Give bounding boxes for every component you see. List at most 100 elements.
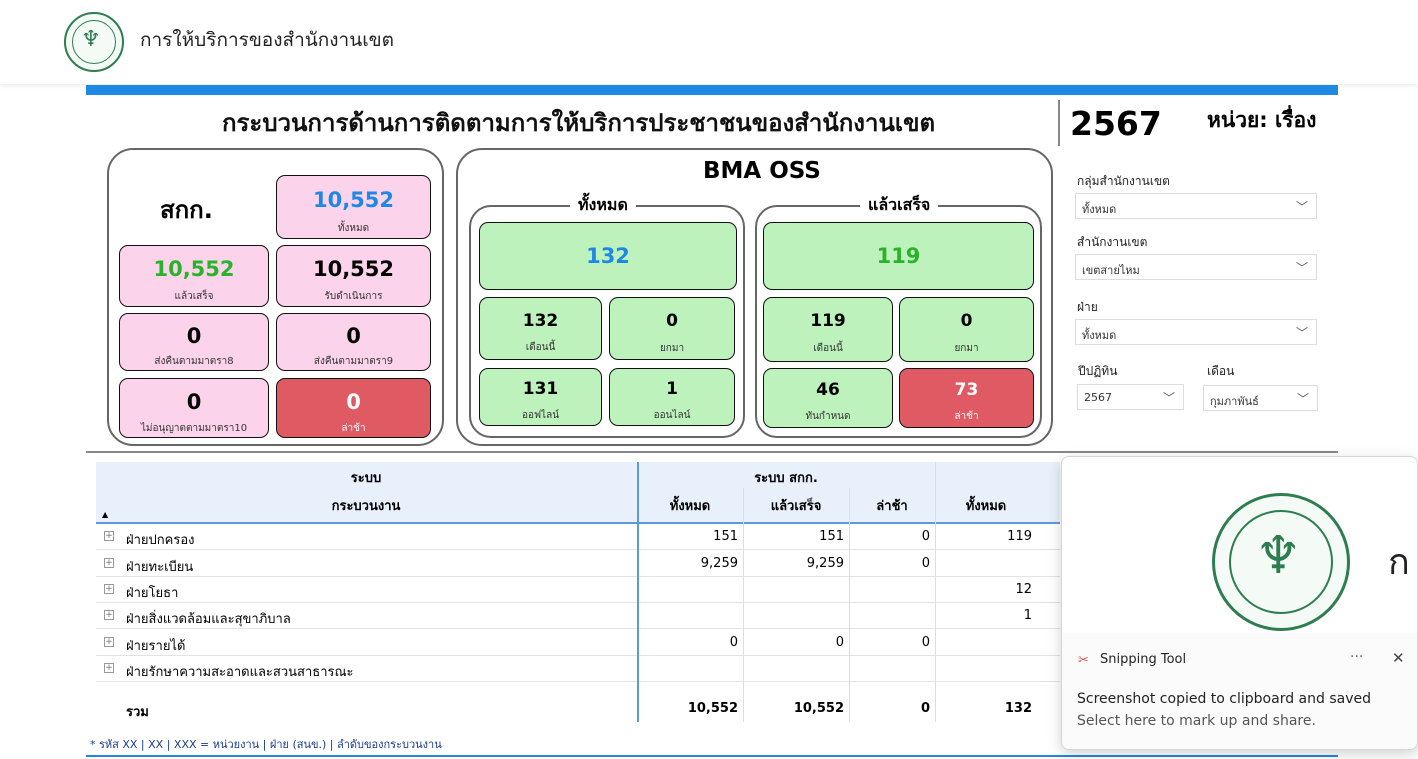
oss-done-total-value: 119	[876, 244, 921, 268]
table-total-row: รวม 10,552 10,552 0 132	[96, 696, 1060, 722]
month-dropdown-value: กุมภาพันธ์	[1210, 395, 1259, 408]
row-name: ฝ่ายทะเบียน	[126, 560, 194, 575]
report-title: กระบวนการด้านการติดตามการให้บริการประชาช…	[222, 109, 936, 137]
skk-late-card[interactable]: 0 ล่าช้า	[276, 378, 431, 438]
report-accent-bar	[86, 85, 1338, 95]
row-late: 0	[921, 529, 930, 544]
month-slicer-label: เดือน	[1207, 364, 1235, 378]
row-name: ฝ่ายสิ่งแวดล้อมและสุขาภิบาล	[126, 612, 291, 627]
skk-ret8-value: 0	[186, 324, 202, 348]
oss-all-carried-value: 0	[666, 311, 678, 331]
oss-done-late-card[interactable]: 73 ล่าช้า	[899, 368, 1034, 428]
oss-all-title: ทั้งหมด	[570, 193, 636, 218]
row-name: ฝ่ายรายได้	[126, 639, 186, 654]
skk-inprogress-label: รับดำเนินการ	[324, 291, 383, 302]
chevron-down-icon: ﹀	[1162, 391, 1175, 405]
table-row[interactable]: + ฝ่ายสิ่งแวดล้อมและสุขาภิบาล 1	[96, 603, 1060, 629]
skk-deny10-card[interactable]: 0 ไม่อนุญาตตามมาตรา10	[119, 378, 269, 438]
district-dropdown[interactable]: เขตสายไหม ﹀	[1075, 254, 1317, 280]
group-dropdown[interactable]: ทั้งหมด ﹀	[1075, 193, 1317, 219]
oss-all-month-label: เดือนนี้	[525, 342, 556, 353]
more-options-icon[interactable]: ···	[1350, 649, 1363, 665]
month-dropdown[interactable]: กุมภาพันธ์ ﹀	[1203, 385, 1318, 411]
group-slicer-label: กลุ่มสำนักงานเขต	[1077, 174, 1170, 188]
row-total: 9,259	[700, 556, 738, 571]
expand-icon[interactable]: +	[104, 531, 114, 541]
header-col-total[interactable]: ทั้งหมด	[637, 495, 743, 516]
column-divider	[637, 462, 639, 722]
oss-done-late-label: ล่าช้า	[954, 411, 979, 422]
oss-all-offline-card[interactable]: 131 ออฟไลน์	[479, 368, 602, 426]
oss-done-month-card[interactable]: 119 เดือนนี้	[763, 297, 893, 362]
row-total: 151	[713, 529, 738, 544]
toast-subtext: Select here to mark up and share.	[1077, 713, 1316, 729]
expand-icon[interactable]: +	[104, 637, 114, 647]
total-late: 0	[920, 701, 930, 716]
row-oss-total: 12	[1015, 582, 1032, 597]
oss-all-offline-label: ออฟไลน์	[521, 410, 560, 421]
table-row[interactable]: + ฝ่ายรักษาความสะอาดและสวนสาธารณะ	[96, 656, 1060, 682]
close-icon[interactable]: ✕	[1392, 649, 1405, 667]
division-dropdown-value: ทั้งหมด	[1082, 329, 1117, 342]
oss-done-ontime-label: ทันกำหนด	[805, 411, 851, 422]
expand-icon[interactable]: +	[104, 584, 114, 594]
sort-ascending-icon[interactable]: ▲	[102, 510, 108, 519]
bma-seal-icon: ♆	[64, 12, 124, 72]
expand-icon[interactable]: +	[104, 663, 114, 673]
header-col-done[interactable]: แล้วเสร็จ	[743, 495, 849, 516]
skk-done-label: แล้วเสร็จ	[174, 291, 214, 302]
snipping-tool-notification[interactable]: ♆ ก ✂ Snipping Tool ··· ✕ Screenshot cop…	[1061, 456, 1418, 750]
row-oss-total: 1	[1023, 608, 1032, 623]
skk-ret8-card[interactable]: 0 ส่งคืนตามมาตรา8	[119, 313, 269, 371]
title-divider	[1058, 100, 1060, 146]
row-name: ฝ่ายโยธา	[126, 586, 179, 601]
skk-title: สกก.	[160, 196, 213, 224]
year-dropdown[interactable]: 2567 ﹀	[1077, 384, 1184, 410]
skk-deny10-label: ไม่อนุญาตตามมาตรา10	[140, 423, 248, 434]
column-divider	[849, 488, 850, 722]
row-total: 0	[729, 635, 738, 650]
header-process[interactable]: กระบวนงาน	[96, 495, 636, 516]
year-dropdown-value: 2567	[1084, 391, 1112, 404]
oss-done-total-card[interactable]: 119	[763, 222, 1034, 290]
expand-icon[interactable]: +	[104, 558, 114, 568]
table-row[interactable]: + ฝ่ายโยธา 12	[96, 577, 1060, 603]
oss-all-online-card[interactable]: 1 ออนไลน์	[609, 368, 735, 426]
total-oss-total: 132	[1004, 701, 1032, 716]
row-late: 0	[921, 635, 930, 650]
table-row[interactable]: + ฝ่ายรายได้ 0 0 0	[96, 630, 1060, 656]
section-divider	[86, 451, 1338, 453]
table-row[interactable]: + ฝ่ายปกครอง 151 151 0 119	[96, 524, 1060, 550]
skk-total-card[interactable]: 10,552 ทั้งหมด	[276, 175, 431, 239]
column-divider	[935, 462, 936, 722]
row-late: 0	[921, 556, 930, 571]
skk-inprogress-card[interactable]: 10,552 รับดำเนินการ	[276, 245, 431, 307]
district-dropdown-value: เขตสายไหม	[1082, 264, 1140, 277]
oss-all-total-card[interactable]: 132	[479, 222, 737, 290]
header-skk-group: ระบบ สกก.	[754, 471, 818, 486]
oss-done-carried-card[interactable]: 0 ยกมา	[899, 297, 1034, 362]
skk-inprogress-value: 10,552	[312, 257, 395, 281]
expand-icon[interactable]: +	[104, 610, 114, 620]
header-col-oss-total[interactable]: ทั้งหมด	[935, 495, 1037, 516]
total-total: 10,552	[687, 701, 738, 716]
skk-ret9-card[interactable]: 0 ส่งคืนตามมาตรา9	[276, 313, 431, 371]
oss-done-carried-value: 0	[960, 311, 973, 331]
skk-late-label: ล่าช้า	[341, 423, 366, 434]
preview-title-fragment: ก	[1388, 542, 1410, 583]
total-done: 10,552	[793, 701, 844, 716]
table-row[interactable]: + ฝ่ายทะเบียน 9,259 9,259 0	[96, 551, 1060, 577]
header-col-late[interactable]: ล่าช้า	[849, 495, 935, 516]
skk-done-card[interactable]: 10,552 แล้วเสร็จ	[119, 245, 269, 307]
oss-all-carried-card[interactable]: 0 ยกมา	[609, 297, 735, 360]
snipping-tool-icon: ✂	[1078, 653, 1089, 668]
skk-late-value: 0	[346, 390, 361, 414]
oss-all-total-value: 132	[586, 244, 630, 268]
district-slicer-label: สำนักงานเขต	[1077, 235, 1148, 249]
toast-app-name: Snipping Tool	[1100, 652, 1187, 667]
division-dropdown[interactable]: ทั้งหมด ﹀	[1075, 319, 1317, 345]
oss-all-offline-value: 131	[522, 379, 559, 399]
screenshot-preview[interactable]: ♆ ก	[1062, 457, 1417, 633]
oss-done-ontime-card[interactable]: 46 ทันกำหนด	[763, 368, 893, 428]
oss-all-month-card[interactable]: 132 เดือนนี้	[479, 297, 602, 360]
